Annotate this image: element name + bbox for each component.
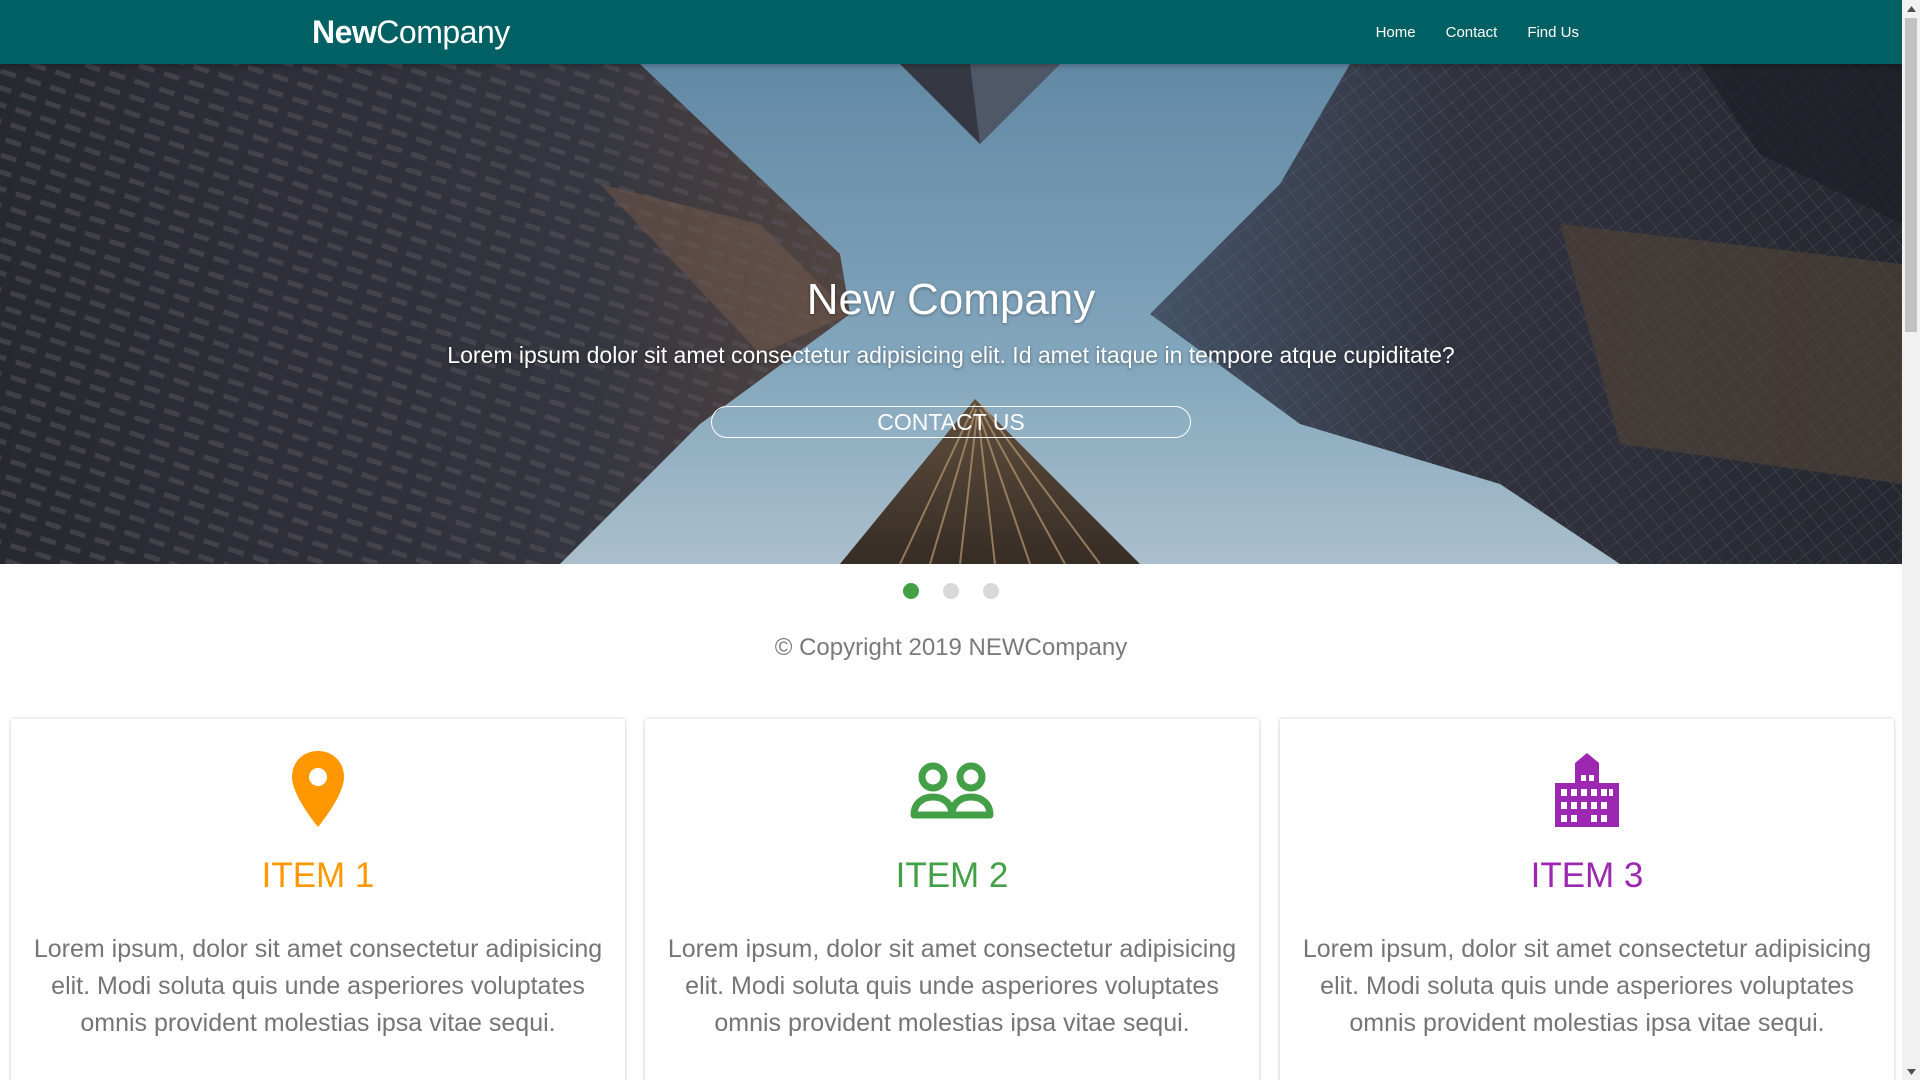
nav-links: Home Contact Find Us <box>1376 0 1579 64</box>
scroll-down-arrow-icon[interactable] <box>1902 1063 1920 1080</box>
brand-light-text: Company <box>376 14 510 50</box>
nav-link-home[interactable]: Home <box>1376 24 1416 41</box>
scroll-up-arrow-icon[interactable] <box>1902 0 1920 17</box>
people-icon <box>645 749 1259 829</box>
page: NewCompany Home Contact Find Us New Comp… <box>0 0 1902 1080</box>
feature-card-3: ITEM 3 Lorem ipsum, dolor sit amet conse… <box>1280 719 1894 1080</box>
card-text-1: Lorem ipsum, dolor sit amet consectetur … <box>33 935 603 1037</box>
map-marker-icon <box>11 749 625 829</box>
hero-content: New Company Lorem ipsum dolor sit amet c… <box>0 64 1902 564</box>
copyright-text: © Copyright 2019 NEWCompany <box>774 634 1128 661</box>
card-text-2: Lorem ipsum, dolor sit amet consectetur … <box>667 935 1237 1037</box>
feature-card-2: ITEM 2 Lorem ipsum, dolor sit amet conse… <box>645 719 1259 1080</box>
carousel-indicators <box>0 583 1902 599</box>
hero-title: New Company <box>806 275 1096 324</box>
navbar: NewCompany Home Contact Find Us <box>0 0 1902 64</box>
contact-us-button[interactable]: CONTACT US <box>711 406 1191 438</box>
building-icon <box>1280 749 1894 829</box>
card-title-1: ITEM 1 <box>261 856 375 895</box>
hero-slider: New Company Lorem ipsum dolor sit amet c… <box>0 64 1902 564</box>
carousel-dot-3[interactable] <box>983 583 999 599</box>
card-text-3: Lorem ipsum, dolor sit amet consectetur … <box>1302 935 1872 1037</box>
nav-link-contact[interactable]: Contact <box>1446 24 1498 41</box>
feature-card-1: ITEM 1 Lorem ipsum, dolor sit amet conse… <box>11 719 625 1080</box>
vertical-scrollbar[interactable] <box>1902 0 1920 1080</box>
hero-subtitle: Lorem ipsum dolor sit amet consectetur a… <box>447 342 1455 368</box>
card-title-3: ITEM 3 <box>1530 856 1644 895</box>
nav-link-find-us[interactable]: Find Us <box>1527 24 1579 41</box>
brand-logo[interactable]: NewCompany <box>312 13 510 51</box>
card-title-2: ITEM 2 <box>895 856 1009 895</box>
scrollbar-thumb[interactable] <box>1905 18 1917 332</box>
carousel-dot-2[interactable] <box>943 583 959 599</box>
brand-bold-text: New <box>312 14 377 50</box>
carousel-dot-1[interactable] <box>903 583 919 599</box>
